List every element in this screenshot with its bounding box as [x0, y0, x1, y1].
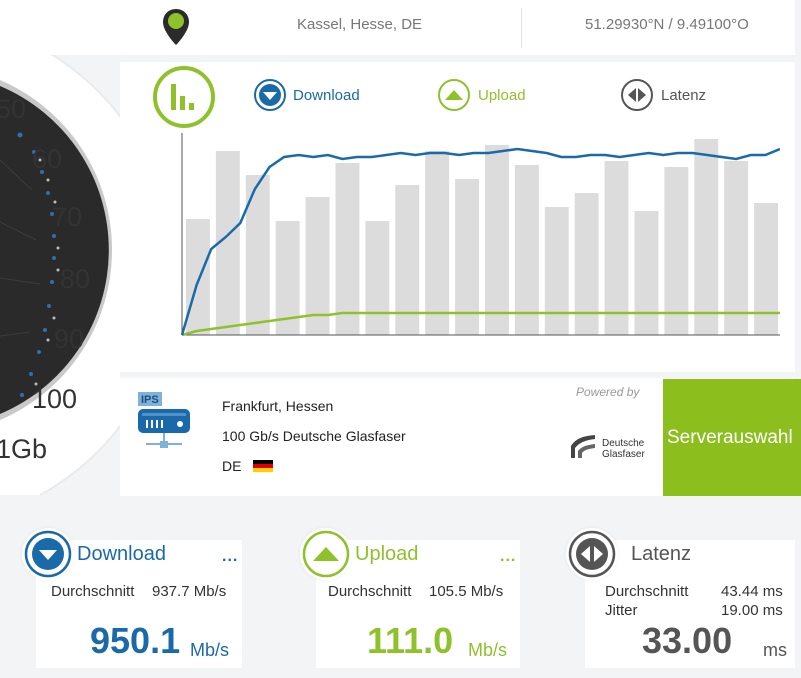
download-more-button[interactable]: ...: [222, 548, 238, 566]
chart-bar: [664, 167, 689, 335]
latency-icon: [566, 528, 618, 580]
glasfaser-logo-icon: [571, 435, 595, 458]
latency-jitter-value: 19.00 ms: [721, 602, 783, 619]
chart-bar: [724, 161, 749, 335]
chart-bar: [604, 161, 629, 335]
speed-chart: [180, 133, 780, 336]
legend-latency-label: Latenz: [661, 87, 707, 104]
chart-bar: [484, 145, 509, 335]
chart-bar: [425, 151, 450, 335]
series-line-upload: [181, 311, 780, 336]
chart-bar: [694, 139, 719, 335]
server-select-button[interactable]: Serverauswahl: [663, 379, 801, 496]
gauge-tick-label: 80: [60, 264, 90, 294]
chart-bar: [754, 203, 779, 335]
server-city: Frankfurt, Hessen: [222, 398, 334, 414]
location-coordinates: 51.29930°N / 9.49100°O: [585, 16, 749, 33]
latency-average-value: 43.44 ms: [721, 583, 783, 600]
latency-unit: ms: [763, 640, 787, 660]
powered-by-label: Powered by: [576, 385, 640, 399]
gauge-tick-label: 1Gb: [0, 434, 47, 464]
upload-icon: [300, 528, 352, 580]
gauge-tick-label: 100: [32, 384, 77, 414]
latency-title: Latenz: [631, 543, 692, 565]
chart-bar: [365, 221, 390, 335]
latency-value: 33.00: [642, 620, 733, 661]
legend-latency-icon[interactable]: [621, 79, 653, 111]
logo-line-2: Glasfaser: [602, 449, 645, 460]
download-speed-unit: Mb/s: [190, 640, 230, 660]
gauge-tick-label: 70: [52, 202, 82, 232]
legend-download-icon[interactable]: [254, 79, 286, 111]
logo-line-1: Deutsche: [602, 438, 645, 449]
chart-bar: [514, 165, 539, 335]
download-speed-value: 950.1: [90, 620, 181, 661]
location-city: Kassel, Hesse, DE: [297, 16, 423, 33]
legend-upload-icon[interactable]: [438, 79, 470, 111]
location-pin-icon: [163, 9, 189, 45]
gauge-tick-label: 90: [54, 324, 84, 354]
gauge-tick-label: 50: [0, 94, 26, 124]
chart-bar: [455, 179, 480, 335]
download-average-label: Durchschnitt: [51, 583, 135, 600]
latency-average-label: Durchschnitt: [605, 583, 689, 600]
upload-speed-value: 111.0: [367, 620, 454, 661]
server-badge-text: IPS: [141, 394, 159, 406]
legend-download-label: Download: [293, 87, 360, 104]
server-country: DE: [222, 458, 242, 474]
chart-bar: [544, 207, 569, 335]
server-icon: IPS: [138, 392, 190, 448]
upload-average-value: 105.5 Mb/s: [429, 583, 504, 600]
upload-average-label: Durchschnitt: [328, 583, 412, 600]
download-icon: [22, 528, 74, 580]
download-average-value: 937.7 Mb/s: [152, 583, 227, 600]
series-line-download: [180, 147, 780, 336]
upload-more-button[interactable]: ...: [500, 548, 516, 566]
chart-bar: [634, 211, 659, 335]
deutsche-glasfaser-logo: Deutsche Glasfaser: [570, 432, 654, 460]
location-divider: [521, 8, 522, 48]
chart-bar: [335, 163, 360, 335]
speed-gauge: 50 60 70 80 90 100 1Gb: [0, 29, 120, 496]
upload-speed-unit: Mb/s: [468, 640, 508, 660]
chart-bar: [185, 219, 210, 335]
germany-flag-icon: [253, 460, 273, 472]
download-title: Download: [77, 543, 166, 565]
server-provider: 100 Gb/s Deutsche Glasfaser: [222, 428, 406, 444]
bar-chart-icon[interactable]: [153, 66, 215, 128]
upload-title: Upload: [355, 543, 419, 565]
legend-upload-label: Upload: [478, 87, 526, 104]
gauge-tick-label: 60: [32, 144, 62, 174]
latency-jitter-label: Jitter: [605, 602, 638, 619]
